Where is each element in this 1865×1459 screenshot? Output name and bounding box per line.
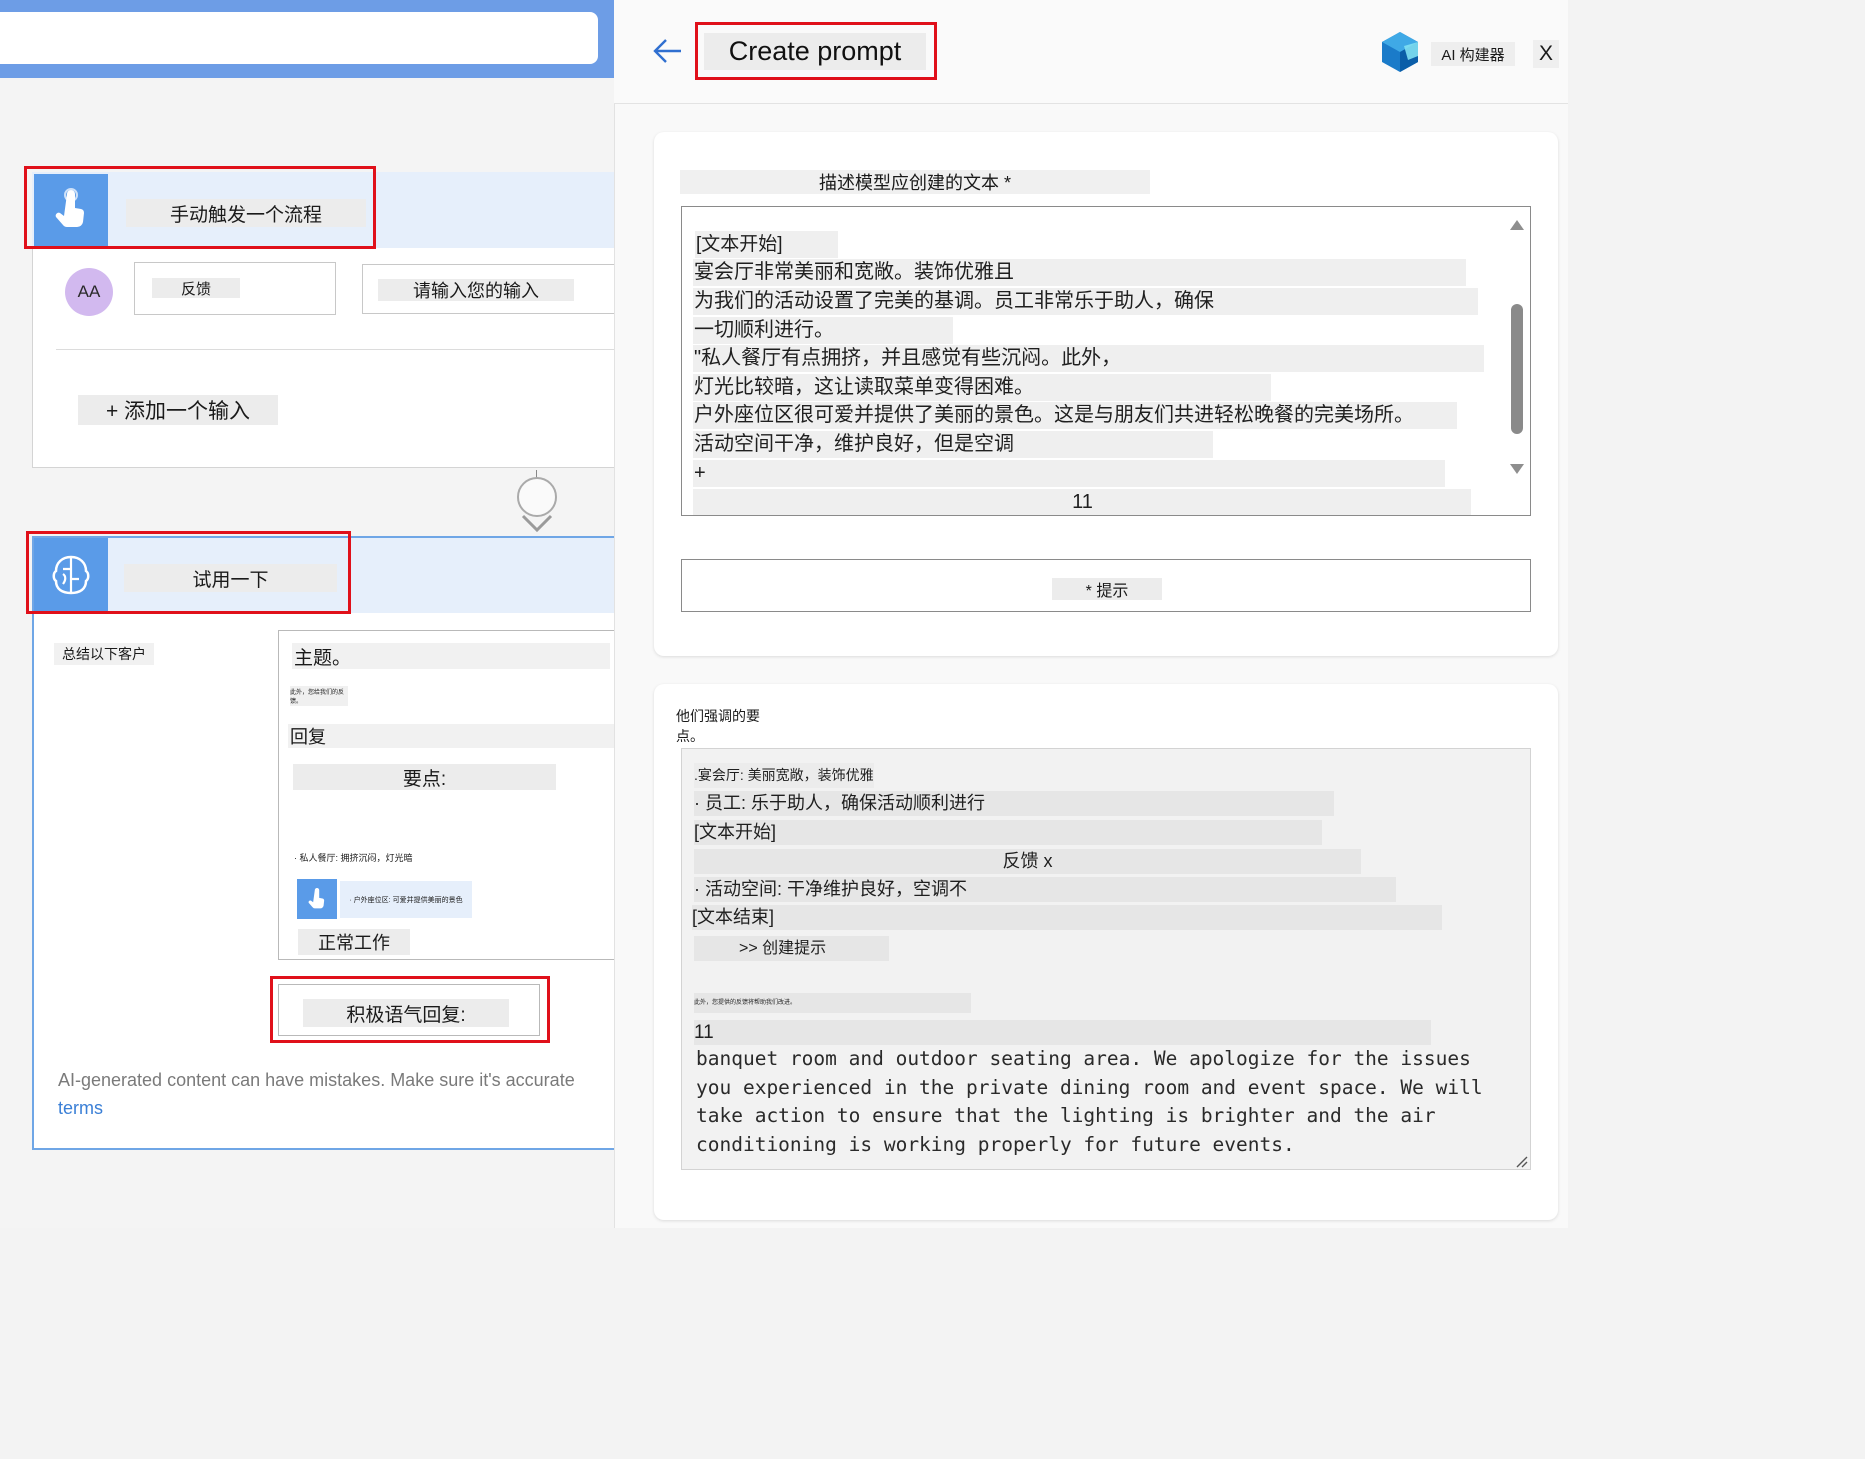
positive-reply-highlight — [270, 976, 550, 1043]
output-line: · 员工: 乐于助人，确保活动顺利进行 — [694, 791, 1334, 816]
ai-builder-label: AI 构建器 — [1431, 42, 1515, 66]
flow-designer-canvas: 手动触发一个流程 AA 反馈 请输入您的输入 + 添加一个输入 试用一下 总结以… — [0, 0, 614, 1228]
input-name-value: 反馈 — [152, 278, 240, 298]
back-arrow-icon[interactable] — [651, 34, 685, 68]
scroll-thumb[interactable] — [1511, 304, 1523, 434]
prompt-line: + — [693, 460, 1445, 487]
prompt-line: 11 — [693, 489, 1471, 515]
scroll-up-icon[interactable] — [1510, 220, 1524, 230]
output-line: 此外，您提供的反馈将帮助我们改进。 — [694, 993, 971, 1013]
output-line: [文本结束] — [692, 905, 1442, 930]
editor-scrollbar[interactable] — [1506, 216, 1528, 480]
preview-outdoor: · 户外座位区: 可爱并提供美丽的景色 — [340, 881, 472, 918]
preview-private-room: · 私人餐厅: 拥挤沉闷，灯光暗 — [294, 848, 418, 866]
hint-label: * 提示 — [1052, 578, 1162, 600]
description-label: 描述模型应创建的文本 * — [680, 170, 1150, 194]
output-english-text: banquet room and outdoor seating area. W… — [696, 1047, 1495, 1156]
ai-step-highlight — [26, 531, 351, 614]
prompt-line: 为我们的活动设置了完美的基调。员工非常乐于助人，确保 — [693, 288, 1478, 315]
prompt-line: 灯光比较暗，这让读取菜单变得困难。 — [693, 374, 1271, 401]
ai-disclaimer: AI-generated content can have mistakes. … — [58, 1070, 575, 1090]
output-line: [文本开始] — [694, 820, 1322, 845]
preview-key-points: 要点: — [293, 764, 556, 790]
preview-tiny-line: 此外，您给我们的反馈。 — [290, 686, 348, 706]
chevron-down-icon — [521, 514, 553, 533]
summarize-label: 总结以下客户 — [54, 643, 154, 665]
scroll-down-icon[interactable] — [1510, 464, 1524, 474]
output-line: 反馈 x — [694, 849, 1361, 874]
prompt-line: 户外座位区很可爱并提供了美丽的景色。这是与朋友们共进轻松晚餐的完美场所。 — [693, 402, 1457, 429]
terms-link[interactable]: terms — [58, 1098, 138, 1122]
title-highlight — [695, 22, 937, 80]
flow-name-input[interactable] — [0, 12, 598, 64]
key-points-label: 他们强调的要点。 — [676, 708, 786, 744]
hand-touch-glyph — [308, 888, 325, 909]
preview-reply: 回复 — [288, 724, 614, 748]
prompt-line: 一切顺利进行。 — [693, 317, 953, 344]
prompt-line: "私人餐厅有点拥挤，并且感觉有些沉闷。此外， — [693, 345, 1484, 372]
prompt-line: 宴会厅非常美丽和宽敞。装饰优雅且 — [693, 259, 1466, 286]
divider — [56, 349, 614, 350]
output-line: .宴会厅: 美丽宽敞，装饰优雅 — [694, 763, 874, 788]
prompt-line: 活动空间干净，维护良好，但是空调 — [693, 431, 1213, 458]
hand-touch-icon — [297, 879, 337, 919]
input-placeholder-text: 请输入您的输入 — [378, 279, 574, 301]
avatar: AA — [65, 268, 113, 316]
output-line: 11 — [694, 1020, 1431, 1045]
add-input-button[interactable]: + 添加一个输入 — [78, 395, 278, 425]
preview-subject: 主题。 — [292, 643, 610, 669]
prompt-line: [文本开始] — [695, 231, 838, 258]
resize-grip-icon[interactable] — [1514, 1154, 1528, 1168]
output-line: · 活动空间: 干净维护良好，空调不 — [694, 877, 1396, 902]
close-button[interactable]: X — [1533, 40, 1559, 68]
trigger-highlight — [24, 166, 376, 249]
create-prompt-link[interactable]: >> 创建提示 — [694, 936, 889, 961]
prompt-text-editor[interactable]: [文本开始] 宴会厅非常美丽和宽敞。装饰优雅且 为我们的活动设置了完美的基调。员… — [681, 206, 1531, 516]
ai-builder-logo-icon — [1382, 32, 1418, 72]
output-textarea[interactable]: .宴会厅: 美丽宽敞，装饰优雅 · 员工: 乐于助人，确保活动顺利进行 [文本开… — [681, 748, 1531, 1170]
preview-normal: 正常工作 — [298, 929, 410, 955]
